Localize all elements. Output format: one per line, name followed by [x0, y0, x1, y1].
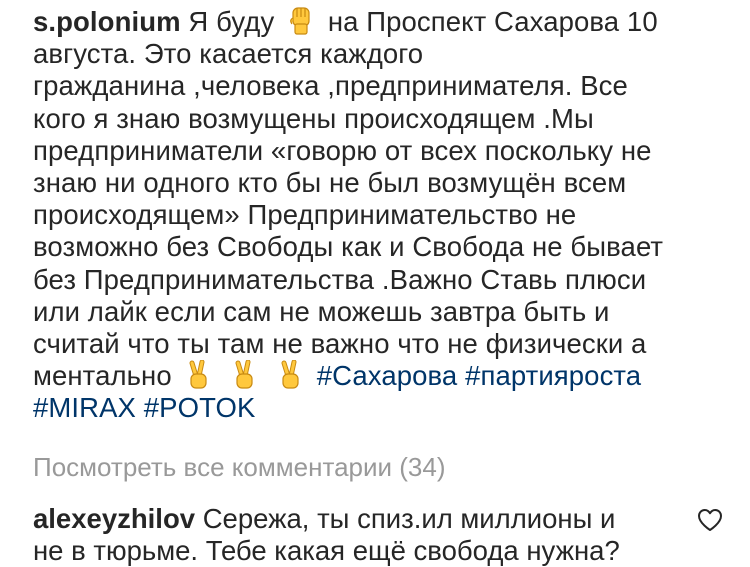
caption-line-13: #MIRAX #POTOK — [33, 392, 723, 424]
caption-line-11: считай что ты там не важно что не физиче… — [33, 328, 647, 360]
post-author-username[interactable]: s.polonium — [33, 6, 181, 37]
caption-text: ментально — [33, 360, 172, 392]
heart-icon[interactable] — [697, 508, 723, 532]
victory-hand-emoji — [183, 359, 213, 390]
caption-line-8: возможно без Свободы как и Свобода не бы… — [33, 231, 664, 263]
caption-text: Я буду — [188, 6, 275, 37]
caption-line-6: знаю ни одного кто бы не был возмущён вс… — [33, 167, 627, 199]
victory-hand-emoji — [229, 359, 259, 390]
victory-hand-emoji — [275, 359, 305, 390]
comment-line-1: alexeyzhilov Сережа, ты спиз.ил миллионы… — [33, 503, 673, 535]
caption-line-4: кого я знаю возмущены происходящем .Мы — [33, 102, 594, 134]
view-all-comments-link[interactable]: Посмотреть все комментарии (34) — [33, 451, 723, 483]
caption-line-9: без Предпринимательства .Важно Ставь плю… — [33, 263, 647, 295]
caption-line-1: s.polonium Я буду на Проспект Сахарова 1… — [33, 6, 723, 38]
caption-line-2: августа. Это касается каждого — [33, 38, 424, 70]
hashtag-link[interactable]: #партияроста — [465, 360, 641, 391]
comment-item: alexeyzhilov Сережа, ты спиз.ил миллионы… — [33, 503, 673, 567]
caption-line-3: гражданина ,человека ,предпринимателя. В… — [33, 70, 628, 102]
caption-text: на Проспект Сахарова 10 — [327, 6, 658, 37]
caption-line-5: предприниматели «говорю от всех поскольк… — [33, 134, 652, 166]
raised-fist-emoji — [286, 6, 316, 36]
comment-text: Сережа, ты спиз.ил миллионы и — [202, 502, 616, 534]
hashtag-link[interactable]: #Сахарова — [317, 360, 458, 391]
caption-line-10: или лайк если сам не можешь завтра быть … — [33, 295, 610, 327]
caption-line-12: ментально #Сахарова #партияроста — [33, 359, 723, 392]
caption-line-7: происходящем» Предпринимательство не — [33, 199, 577, 231]
instagram-comments-screen: { "post": { "author": "s.polonium", "cap… — [0, 0, 750, 566]
hashtag-link[interactable]: #POTOK — [144, 392, 256, 423]
comment-author-username[interactable]: alexeyzhilov — [33, 503, 195, 534]
hashtag-link[interactable]: #MIRAX — [33, 392, 136, 423]
post-caption: s.polonium Я буду на Проспект Сахарова 1… — [33, 6, 723, 425]
comment-line-2: не в тюрьме. Тебе какая ещё свобода нужн… — [33, 534, 620, 566]
post-caption-block: s.polonium Я буду на Проспект Сахарова 1… — [33, 6, 723, 567]
